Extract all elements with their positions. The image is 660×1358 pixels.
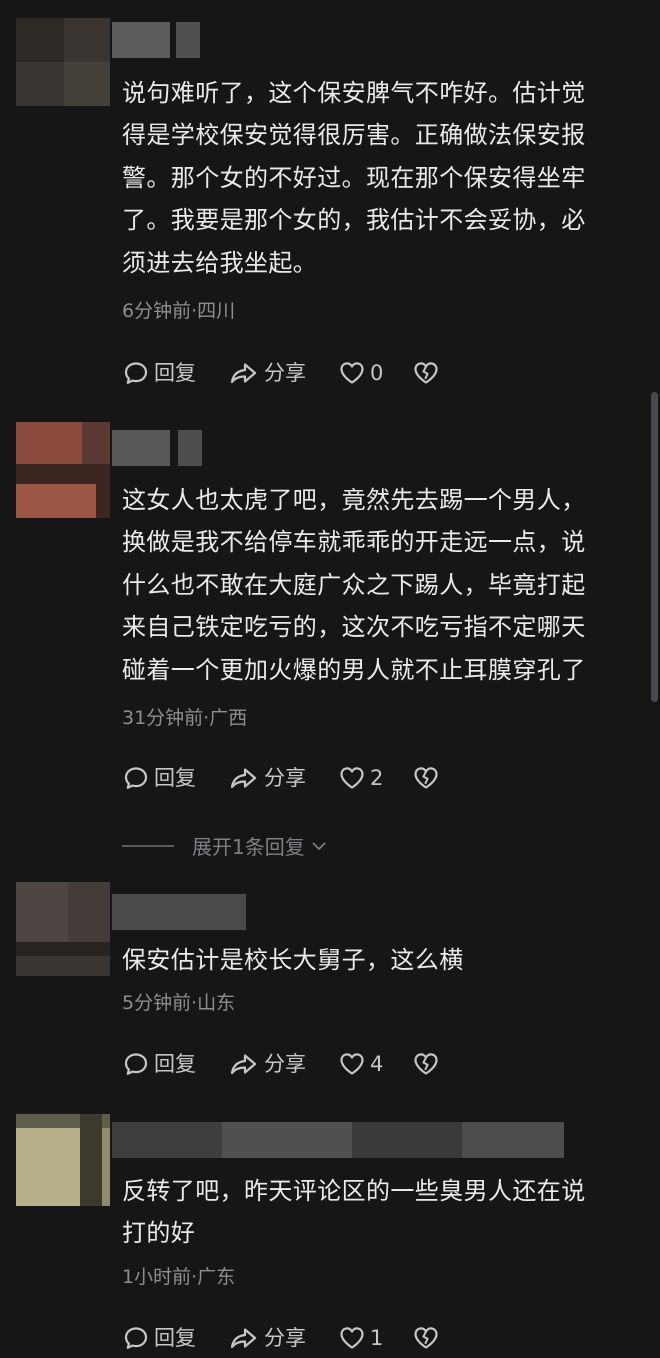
divider xyxy=(122,844,174,847)
share-label: 分享 xyxy=(264,766,306,790)
broken-heart-icon xyxy=(412,359,440,387)
username[interactable] xyxy=(112,1122,564,1158)
share-button[interactable]: 分享 xyxy=(228,1323,306,1353)
comment-meta: 1小时前·广东 xyxy=(122,1266,236,1288)
reply-label: 回复 xyxy=(154,1326,196,1350)
like-count: 0 xyxy=(370,361,384,385)
comment-meta: 31分钟前·广西 xyxy=(122,707,248,729)
username[interactable] xyxy=(112,430,204,466)
heart-icon xyxy=(338,1050,366,1078)
comment-text-line: 来自己铁定吃亏的，这次不吃亏指不定哪天 xyxy=(122,613,586,642)
dislike-button[interactable] xyxy=(412,1323,440,1353)
heart-icon xyxy=(338,1324,366,1352)
like-button[interactable]: 2 xyxy=(338,763,383,793)
share-icon xyxy=(228,764,260,792)
comment-actions: 回复 分享 1 xyxy=(122,1323,482,1353)
share-label: 分享 xyxy=(264,361,306,385)
broken-heart-icon xyxy=(412,1324,440,1352)
comment-text-line: 警。那个女的不好过。现在那个保安得坐牢 xyxy=(122,163,586,192)
avatar[interactable] xyxy=(16,1114,110,1206)
comment-text: 这女人也太虎了吧，竟然先去踢一个男人， 换做是我不给停车就乖乖的开走远一点，说 … xyxy=(122,479,622,691)
reply-label: 回复 xyxy=(154,361,196,385)
comment-icon xyxy=(122,1050,150,1078)
comment-text-line: 了。我要是那个女的，我估计不会妥协，必 xyxy=(122,206,586,235)
comment-text: 说句难听了，这个保安脾气不咋好。估计觉 得是学校保安觉得很厉害。正确做法保安报 … xyxy=(122,72,622,284)
dislike-button[interactable] xyxy=(412,1049,440,1079)
reply-button[interactable]: 回复 xyxy=(122,358,196,388)
comment-actions: 回复 分享 2 xyxy=(122,763,482,793)
dislike-button[interactable] xyxy=(412,358,440,388)
comment-text: 保安估计是校长大舅子，这么横 xyxy=(122,939,622,981)
reply-button[interactable]: 回复 xyxy=(122,763,196,793)
comment-actions: 回复 分享 4 xyxy=(122,1049,482,1079)
username[interactable] xyxy=(112,22,202,58)
like-count: 2 xyxy=(370,766,384,790)
share-button[interactable]: 分享 xyxy=(228,358,306,388)
share-label: 分享 xyxy=(264,1326,306,1350)
like-button[interactable]: 0 xyxy=(338,358,383,388)
comment-text-line: 什么也不敢在大庭广众之下踢人，毕竟打起 xyxy=(122,570,586,599)
comment-actions: 回复 分享 0 xyxy=(122,358,482,388)
comment-text-line: 这女人也太虎了吧，竟然先去踢一个男人， xyxy=(122,486,586,514)
broken-heart-icon xyxy=(412,1050,440,1078)
comment-text: 反转了吧，昨天评论区的一些臭男人还在说 打的好 xyxy=(122,1170,622,1255)
scrollbar[interactable] xyxy=(651,392,658,702)
avatar[interactable] xyxy=(16,882,110,976)
comment-meta: 5分钟前·山东 xyxy=(122,992,236,1014)
comment-text-line: 说句难听了，这个保安脾气不咋好。估计觉 xyxy=(122,79,586,107)
share-icon xyxy=(228,1324,260,1352)
reply-button[interactable]: 回复 xyxy=(122,1323,196,1353)
comment-icon xyxy=(122,359,150,387)
avatar[interactable] xyxy=(16,422,110,518)
like-button[interactable]: 1 xyxy=(338,1323,383,1353)
username[interactable] xyxy=(112,894,246,930)
comment-text-line: 换做是我不给停车就乖乖的开走远一点，说 xyxy=(122,528,586,557)
chevron-down-icon xyxy=(309,836,329,856)
comment-meta: 6分钟前·四川 xyxy=(122,300,236,322)
like-button[interactable]: 4 xyxy=(338,1049,383,1079)
comment-text-line: 保安估计是校长大舅子，这么横 xyxy=(122,946,464,974)
share-icon xyxy=(228,359,260,387)
comment-text-line: 打的好 xyxy=(122,1219,196,1248)
comment-text-line: 须进去给我坐起。 xyxy=(122,248,318,277)
reply-label: 回复 xyxy=(154,1052,196,1076)
comment-icon xyxy=(122,1324,150,1352)
comment-text-line: 碰着一个更加火爆的男人就不止耳膜穿孔了 xyxy=(122,655,586,684)
heart-icon xyxy=(338,764,366,792)
expand-replies-label: 展开1条回复 xyxy=(192,835,305,859)
like-count: 4 xyxy=(370,1052,384,1076)
reply-button[interactable]: 回复 xyxy=(122,1049,196,1079)
heart-icon xyxy=(338,359,366,387)
comment-text-line: 反转了吧，昨天评论区的一些臭男人还在说 xyxy=(122,1177,586,1205)
comment-text-line: 得是学校保安觉得很厉害。正确做法保安报 xyxy=(122,121,586,150)
broken-heart-icon xyxy=(412,764,440,792)
like-count: 1 xyxy=(370,1326,384,1350)
share-button[interactable]: 分享 xyxy=(228,763,306,793)
share-label: 分享 xyxy=(264,1052,306,1076)
avatar[interactable] xyxy=(16,18,110,106)
dislike-button[interactable] xyxy=(412,763,440,793)
reply-label: 回复 xyxy=(154,766,196,790)
comment-icon xyxy=(122,764,150,792)
share-button[interactable]: 分享 xyxy=(228,1049,306,1079)
expand-replies-button[interactable]: 展开1条回复 xyxy=(122,831,329,860)
share-icon xyxy=(228,1050,260,1078)
